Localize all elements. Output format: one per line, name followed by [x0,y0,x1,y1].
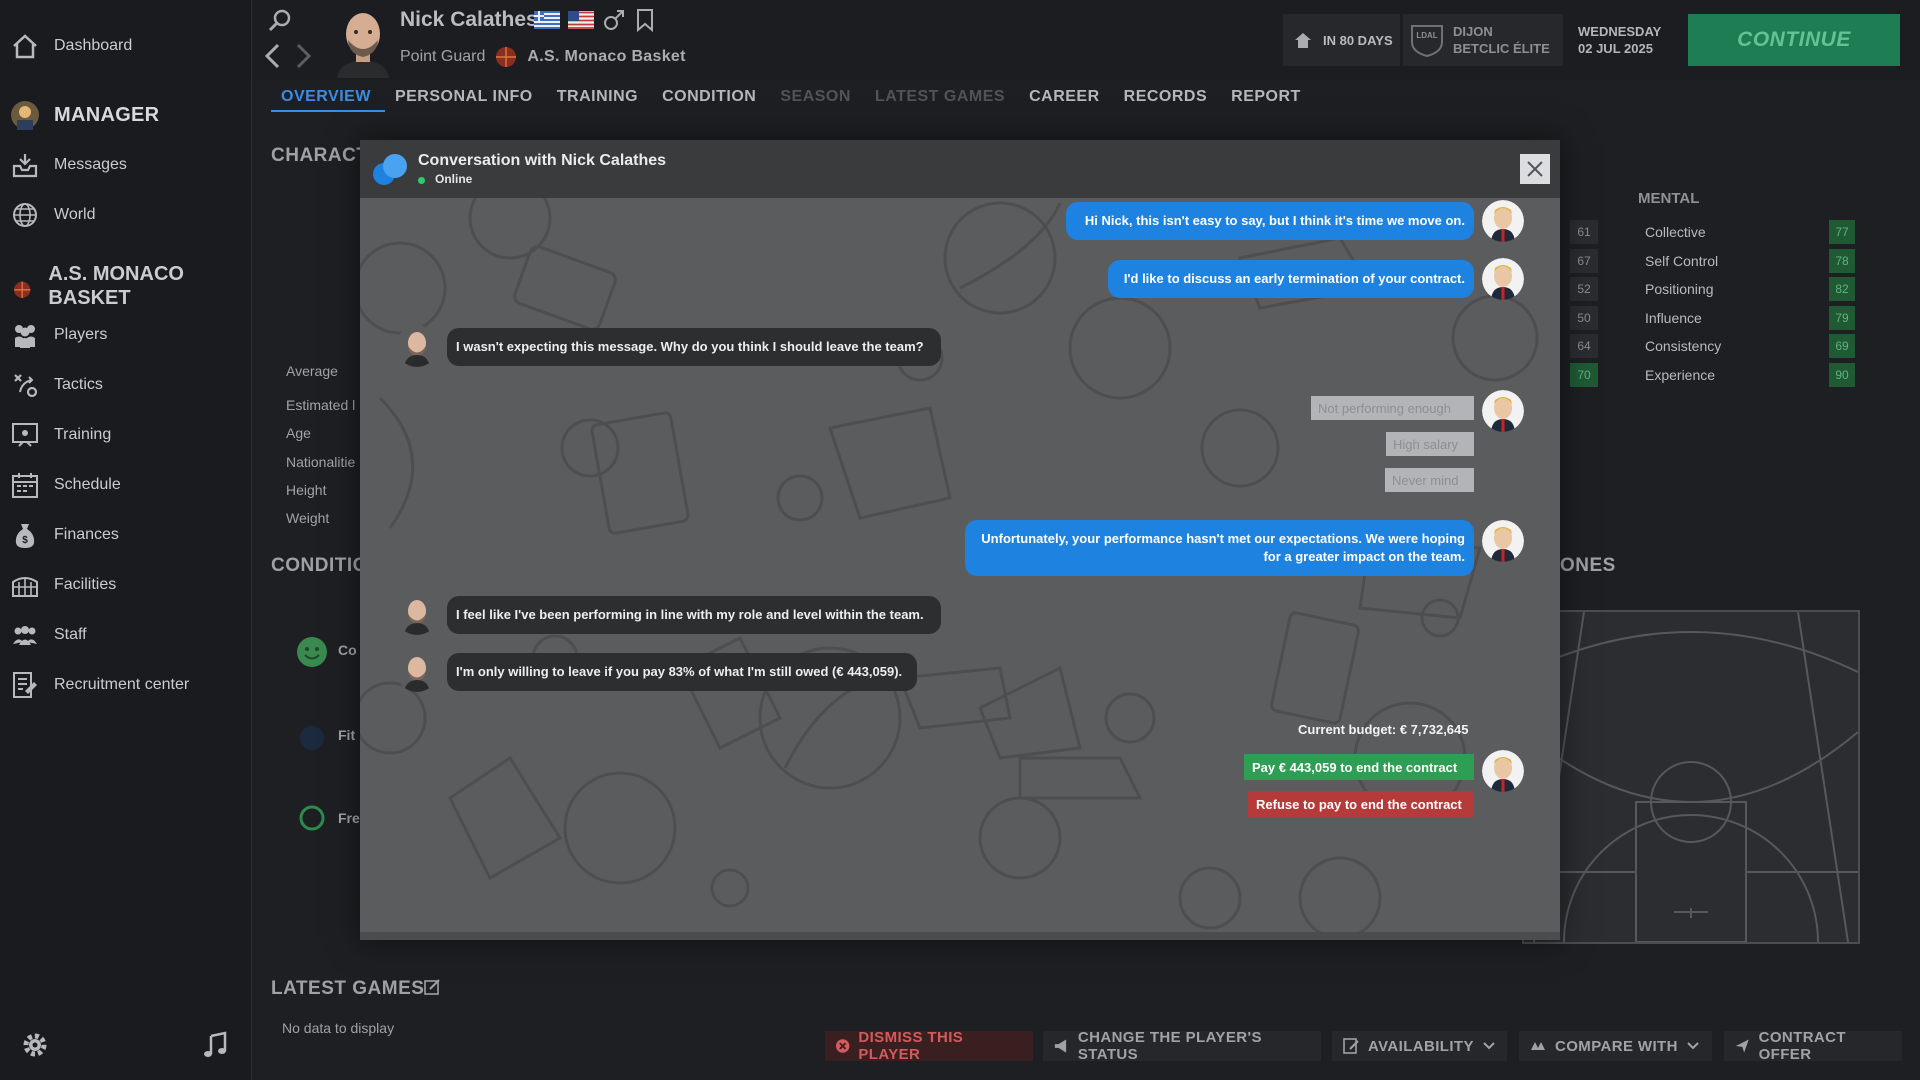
reply-option-high-salary[interactable]: High salary [1386,432,1474,456]
online-status-dot [418,177,425,184]
player-message: I wasn't expecting this message. Why do … [447,328,941,366]
manager-avatar [1482,750,1524,792]
player-face-icon [396,650,438,692]
user-message: I'd like to discuss an early termination… [1108,260,1474,298]
player-avatar [396,325,438,367]
user-message: Hi Nick, this isn't easy to say, but I t… [1066,202,1474,240]
manager-face-icon [1482,258,1524,300]
modal-overlay: Conversation with Nick Calathes Online H… [0,0,1920,1080]
manager-face-icon [1482,520,1524,562]
chat-bubbles-icon [373,154,407,185]
pay-contract-button[interactable]: Pay € 443,059 to end the contract [1244,754,1474,780]
manager-avatar [1482,520,1524,562]
manager-avatar [1482,200,1524,242]
close-icon [1527,161,1543,177]
close-button[interactable] [1520,154,1550,184]
refuse-pay-button[interactable]: Refuse to pay to end the contract [1248,791,1474,817]
manager-face-icon [1482,200,1524,242]
current-budget: Current budget: € 7,732,645 [1298,722,1469,737]
player-face-icon [396,593,438,635]
manager-face-icon [1482,390,1524,432]
player-avatar [396,593,438,635]
manager-avatar [1482,390,1524,432]
reply-option-never-mind[interactable]: Never mind [1385,468,1474,492]
dialog-header: Conversation with Nick Calathes Online [360,140,1560,198]
player-avatar [396,650,438,692]
conversation-dialog: Conversation with Nick Calathes Online H… [360,140,1560,940]
online-status-label: Online [435,172,473,186]
dialog-title: Conversation with Nick Calathes [418,152,667,169]
reply-option-not-performing[interactable]: Not performing enough [1311,396,1474,420]
user-message: Unfortunately, your performance hasn't m… [965,520,1474,576]
manager-face-icon [1482,750,1524,792]
manager-avatar [1482,258,1524,300]
player-message: I feel like I've been performing in line… [447,596,941,634]
player-message: I'm only willing to leave if you pay 83%… [447,653,917,691]
dialog-scrollbar[interactable] [360,932,1560,940]
player-face-icon [396,325,438,367]
